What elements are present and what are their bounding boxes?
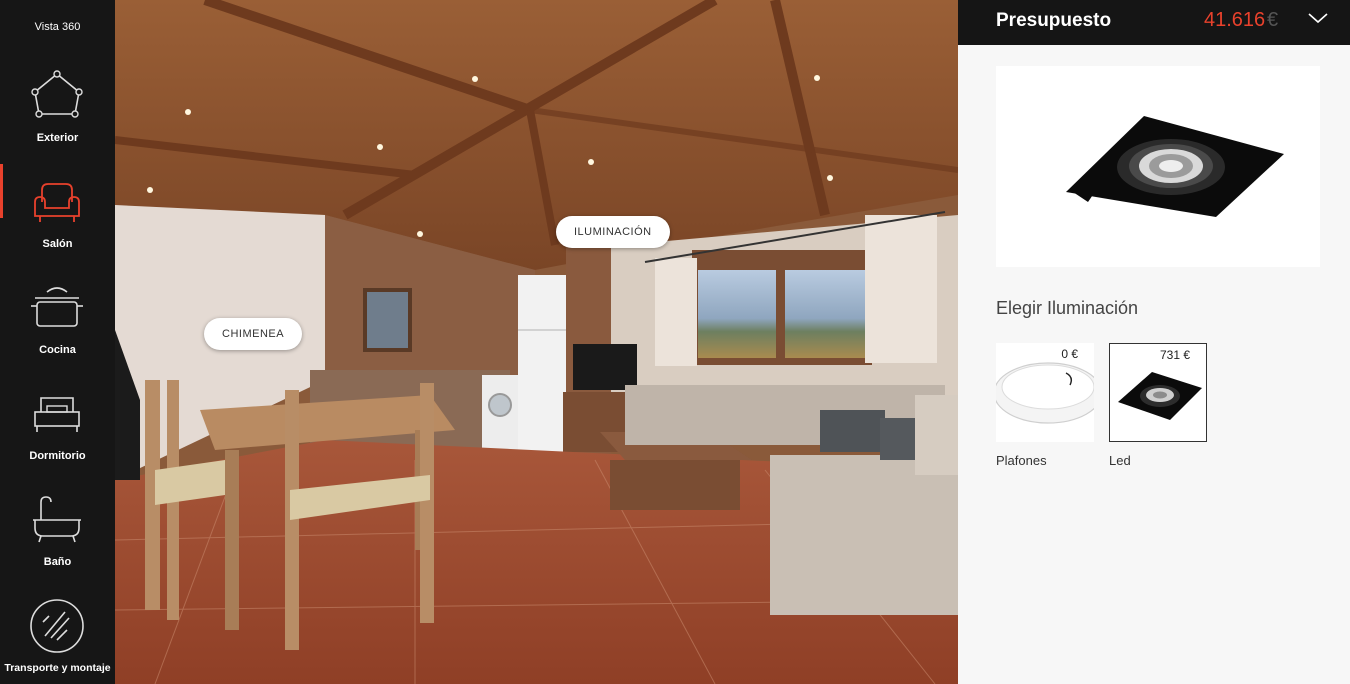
bed-icon xyxy=(34,397,80,432)
chevron-down-icon[interactable] xyxy=(1307,10,1329,26)
hotspot-chimenea[interactable]: CHIMENEA xyxy=(204,318,303,350)
option-led[interactable]: 731 € Led xyxy=(1109,343,1207,468)
sidebar-item-dormitorio[interactable]: Dormitorio xyxy=(0,374,115,480)
option-thumbnail: 731 € xyxy=(1109,343,1207,442)
sidebar-item-label: Exterior xyxy=(36,132,79,144)
selected-product-image xyxy=(996,66,1320,267)
cooking-pot-icon xyxy=(31,287,83,327)
sidebar-item-salon[interactable]: Salón xyxy=(0,162,115,268)
sidebar-item-exterior[interactable]: Exterior xyxy=(0,56,115,162)
led-downlight-icon xyxy=(1118,372,1202,420)
budget-total: 41.616 xyxy=(1204,9,1266,31)
sidebar-item-label: Transporte y montaje xyxy=(4,662,111,674)
sidebar: Vista 360 Exterior Salón Cocina Dormitor… xyxy=(0,0,115,684)
budget-panel: Presupuesto 41.616 € Elegir Iluminación … xyxy=(958,0,1350,684)
hotspot-iluminacion[interactable]: ILUMINACIÓN xyxy=(556,216,670,248)
option-price: 731 € xyxy=(1159,348,1190,362)
option-price: 0 € xyxy=(1061,347,1078,361)
house-outline-icon xyxy=(31,70,83,118)
sidebar-item-label: Baño xyxy=(43,556,72,568)
sidebar-item-cocina[interactable]: Cocina xyxy=(0,268,115,374)
sidebar-item-label: Cocina xyxy=(39,344,76,356)
currency-symbol: € xyxy=(1267,9,1279,31)
option-thumbnail: 0 € xyxy=(996,343,1094,442)
vista-360-label[interactable]: Vista 360 xyxy=(0,21,115,33)
sidebar-item-transporte[interactable]: Transporte y montaje xyxy=(0,586,115,684)
bathtub-icon xyxy=(33,496,81,543)
sidebar-item-label: Dormitorio xyxy=(29,450,86,462)
armchair-icon xyxy=(34,183,80,222)
option-plafones[interactable]: 0 € Plafones xyxy=(996,343,1094,468)
crane-circle-icon xyxy=(30,599,84,653)
budget-header[interactable]: Presupuesto 41.616 € xyxy=(958,0,1350,45)
section-title: Elegir Iluminación xyxy=(996,298,1139,318)
option-label: Plafones xyxy=(996,453,1047,468)
budget-title: Presupuesto xyxy=(996,10,1112,31)
sidebar-item-bano[interactable]: Baño xyxy=(0,480,115,586)
panorama-viewer[interactable]: ILUMINACIÓN CHIMENEA xyxy=(115,0,958,684)
ceiling-light-icon xyxy=(996,362,1094,424)
option-label: Led xyxy=(1109,453,1131,468)
led-downlight-icon xyxy=(1066,116,1284,217)
sidebar-item-label: Salón xyxy=(42,238,73,250)
